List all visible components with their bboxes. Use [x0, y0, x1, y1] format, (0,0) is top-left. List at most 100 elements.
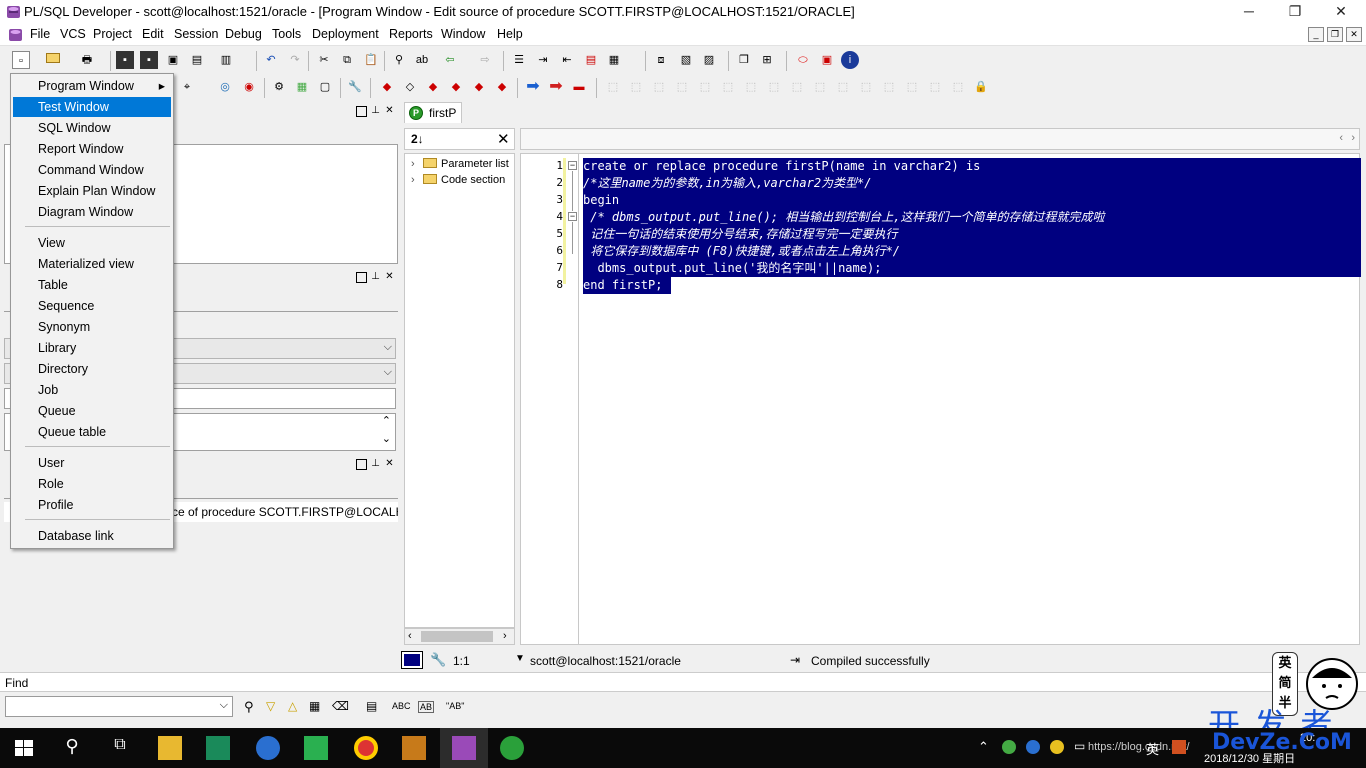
- plsql-taskbar-button[interactable]: [440, 728, 488, 768]
- menu-item-sql-window[interactable]: SQL Window: [13, 118, 171, 138]
- disabled-tool-icon[interactable]: ⬚: [696, 78, 714, 96]
- find-previous-icon[interactable]: △: [288, 699, 297, 713]
- save-icon[interactable]: ▪: [116, 51, 134, 69]
- excel-icon[interactable]: [206, 736, 230, 760]
- save-all-icon[interactable]: ▣: [164, 51, 182, 69]
- rollback-icon[interactable]: ▢: [316, 78, 334, 96]
- scroll-left-icon[interactable]: ‹: [1339, 132, 1343, 144]
- panel-maximize-icon[interactable]: [356, 459, 367, 470]
- copy-icon[interactable]: ⧉: [338, 51, 356, 69]
- indent-icon[interactable]: ⇥: [534, 51, 552, 69]
- cascade-icon[interactable]: ❐: [735, 51, 753, 69]
- game-icon[interactable]: [402, 736, 426, 760]
- disabled-tool-icon[interactable]: ⬚: [742, 78, 760, 96]
- selection-only-icon[interactable]: ▤: [366, 699, 377, 713]
- disabled-tool-icon[interactable]: ⬚: [627, 78, 645, 96]
- disabled-tool-icon[interactable]: ⬚: [604, 78, 622, 96]
- menu-project[interactable]: Project: [93, 27, 132, 41]
- menu-item-report-window[interactable]: Report Window: [13, 139, 171, 159]
- scroll-up-icon[interactable]: ⌃: [382, 414, 391, 427]
- regex-button[interactable]: "AB": [446, 701, 464, 711]
- chevron-down-icon[interactable]: ⌵: [220, 699, 228, 712]
- beautifier-icon[interactable]: ▧: [677, 51, 695, 69]
- menu-vcs[interactable]: VCS: [60, 27, 86, 41]
- menu-item-sequence[interactable]: Sequence: [13, 296, 171, 316]
- menu-item-test-window[interactable]: Test Window: [13, 97, 171, 117]
- disabled-tool-icon[interactable]: ⬚: [650, 78, 668, 96]
- disabled-tool-icon[interactable]: ⬚: [811, 78, 829, 96]
- lock-icon[interactable]: 🔒: [972, 78, 990, 96]
- menu-item-queue[interactable]: Queue: [13, 401, 171, 421]
- disabled-tool-icon[interactable]: ⬚: [903, 78, 921, 96]
- menu-item-directory[interactable]: Directory: [13, 359, 171, 379]
- panel-maximize-icon[interactable]: [356, 106, 367, 117]
- maximize-button[interactable]: ❐: [1272, 0, 1318, 24]
- menu-item-queue-table[interactable]: Queue table: [13, 422, 171, 442]
- uppercase-icon[interactable]: ▤: [582, 51, 600, 69]
- disabled-tool-icon[interactable]: ⬚: [834, 78, 852, 96]
- arrow-right-red-icon[interactable]: ➡: [547, 78, 565, 96]
- find-next-icon[interactable]: ▽: [266, 699, 275, 713]
- tray-chevron-up-icon[interactable]: ⌃: [978, 739, 989, 755]
- tray-k-icon[interactable]: [1026, 740, 1040, 754]
- menu-item-job[interactable]: Job: [13, 380, 171, 400]
- menu-item-profile[interactable]: Profile: [13, 495, 171, 515]
- disabled-tool-icon[interactable]: ⬚: [880, 78, 898, 96]
- menu-window[interactable]: Window: [441, 27, 485, 41]
- minimize-button[interactable]: ─: [1226, 0, 1272, 24]
- menu-debug[interactable]: Debug: [225, 27, 262, 41]
- menu-item-role[interactable]: Role: [13, 474, 171, 494]
- cut-icon[interactable]: ✂: [315, 51, 333, 69]
- menu-file[interactable]: File: [30, 27, 50, 41]
- undo-icon[interactable]: ↶: [262, 51, 280, 69]
- oracle-icon[interactable]: ⬭: [794, 51, 812, 69]
- panel-close-icon[interactable]: ✕: [384, 272, 395, 283]
- explain-plan-icon[interactable]: ⚙: [270, 78, 288, 96]
- binoculars-icon[interactable]: ⚲: [244, 699, 254, 715]
- panel-pin-icon[interactable]: ⊥: [370, 459, 381, 470]
- whole-word-button[interactable]: AB: [418, 701, 435, 713]
- tray-wechat-icon[interactable]: [1002, 740, 1016, 754]
- tray-plus-icon[interactable]: [1050, 740, 1064, 754]
- break-icon[interactable]: ◉: [240, 78, 258, 96]
- code-editor[interactable]: 1 2 3 4 5 6 7 8 − − create or replace pr…: [520, 153, 1361, 645]
- windows-start-icon[interactable]: [12, 736, 36, 760]
- scroll-left-icon[interactable]: ‹: [408, 630, 412, 642]
- execute-icon[interactable]: ◎: [216, 78, 234, 96]
- app-menu-icon[interactable]: [8, 27, 24, 43]
- menu-item-synonym[interactable]: Synonym: [13, 317, 171, 337]
- panel-close-icon[interactable]: ✕: [384, 106, 395, 117]
- menu-item-view[interactable]: View: [13, 233, 171, 253]
- export-icon[interactable]: ⇨: [476, 51, 494, 69]
- print-icon[interactable]: 🖶: [78, 51, 96, 69]
- commit-icon[interactable]: ▦: [293, 78, 311, 96]
- mdi-restore-button[interactable]: ❐: [1327, 27, 1343, 42]
- connection-label[interactable]: scott@localhost:1521/oracle: [530, 654, 681, 668]
- scroll-right-icon[interactable]: ›: [1351, 132, 1355, 144]
- sql-icon[interactable]: ⌖: [178, 78, 196, 96]
- tray-app-icon[interactable]: [1172, 740, 1186, 754]
- sort-icon[interactable]: 2↓: [411, 132, 424, 146]
- chevron-right-icon[interactable]: ›: [411, 174, 423, 186]
- scroll-down-icon[interactable]: ⌄: [382, 432, 391, 445]
- fold-toggle-icon[interactable]: −: [568, 212, 577, 221]
- menu-item-user[interactable]: User: [13, 453, 171, 473]
- redo-icon[interactable]: ↷: [286, 51, 304, 69]
- disabled-tool-icon[interactable]: ⬚: [719, 78, 737, 96]
- menu-item-program-window[interactable]: Program Window ▸: [13, 76, 171, 96]
- close-tree-icon[interactable]: ✕: [497, 130, 510, 148]
- print-preview-icon[interactable]: ▥: [217, 51, 235, 69]
- disabled-tool-icon[interactable]: ⬚: [857, 78, 875, 96]
- menu-help[interactable]: Help: [497, 27, 523, 41]
- eraser-icon[interactable]: ⌫: [332, 699, 349, 713]
- unindent-icon[interactable]: ⇤: [558, 51, 576, 69]
- arrow-right-blue-icon[interactable]: ➡: [524, 78, 542, 96]
- mdi-minimize-button[interactable]: _: [1308, 27, 1324, 42]
- pdf-icon[interactable]: ▣: [818, 51, 836, 69]
- menu-reports[interactable]: Reports: [389, 27, 433, 41]
- open-folder-icon[interactable]: [44, 51, 62, 69]
- disabled-tool-icon[interactable]: ⬚: [765, 78, 783, 96]
- menu-item-explain-plan-window[interactable]: Explain Plan Window: [13, 181, 171, 201]
- lowercase-icon[interactable]: ▦: [605, 51, 623, 69]
- debug-step-over-icon[interactable]: ◆: [447, 78, 465, 96]
